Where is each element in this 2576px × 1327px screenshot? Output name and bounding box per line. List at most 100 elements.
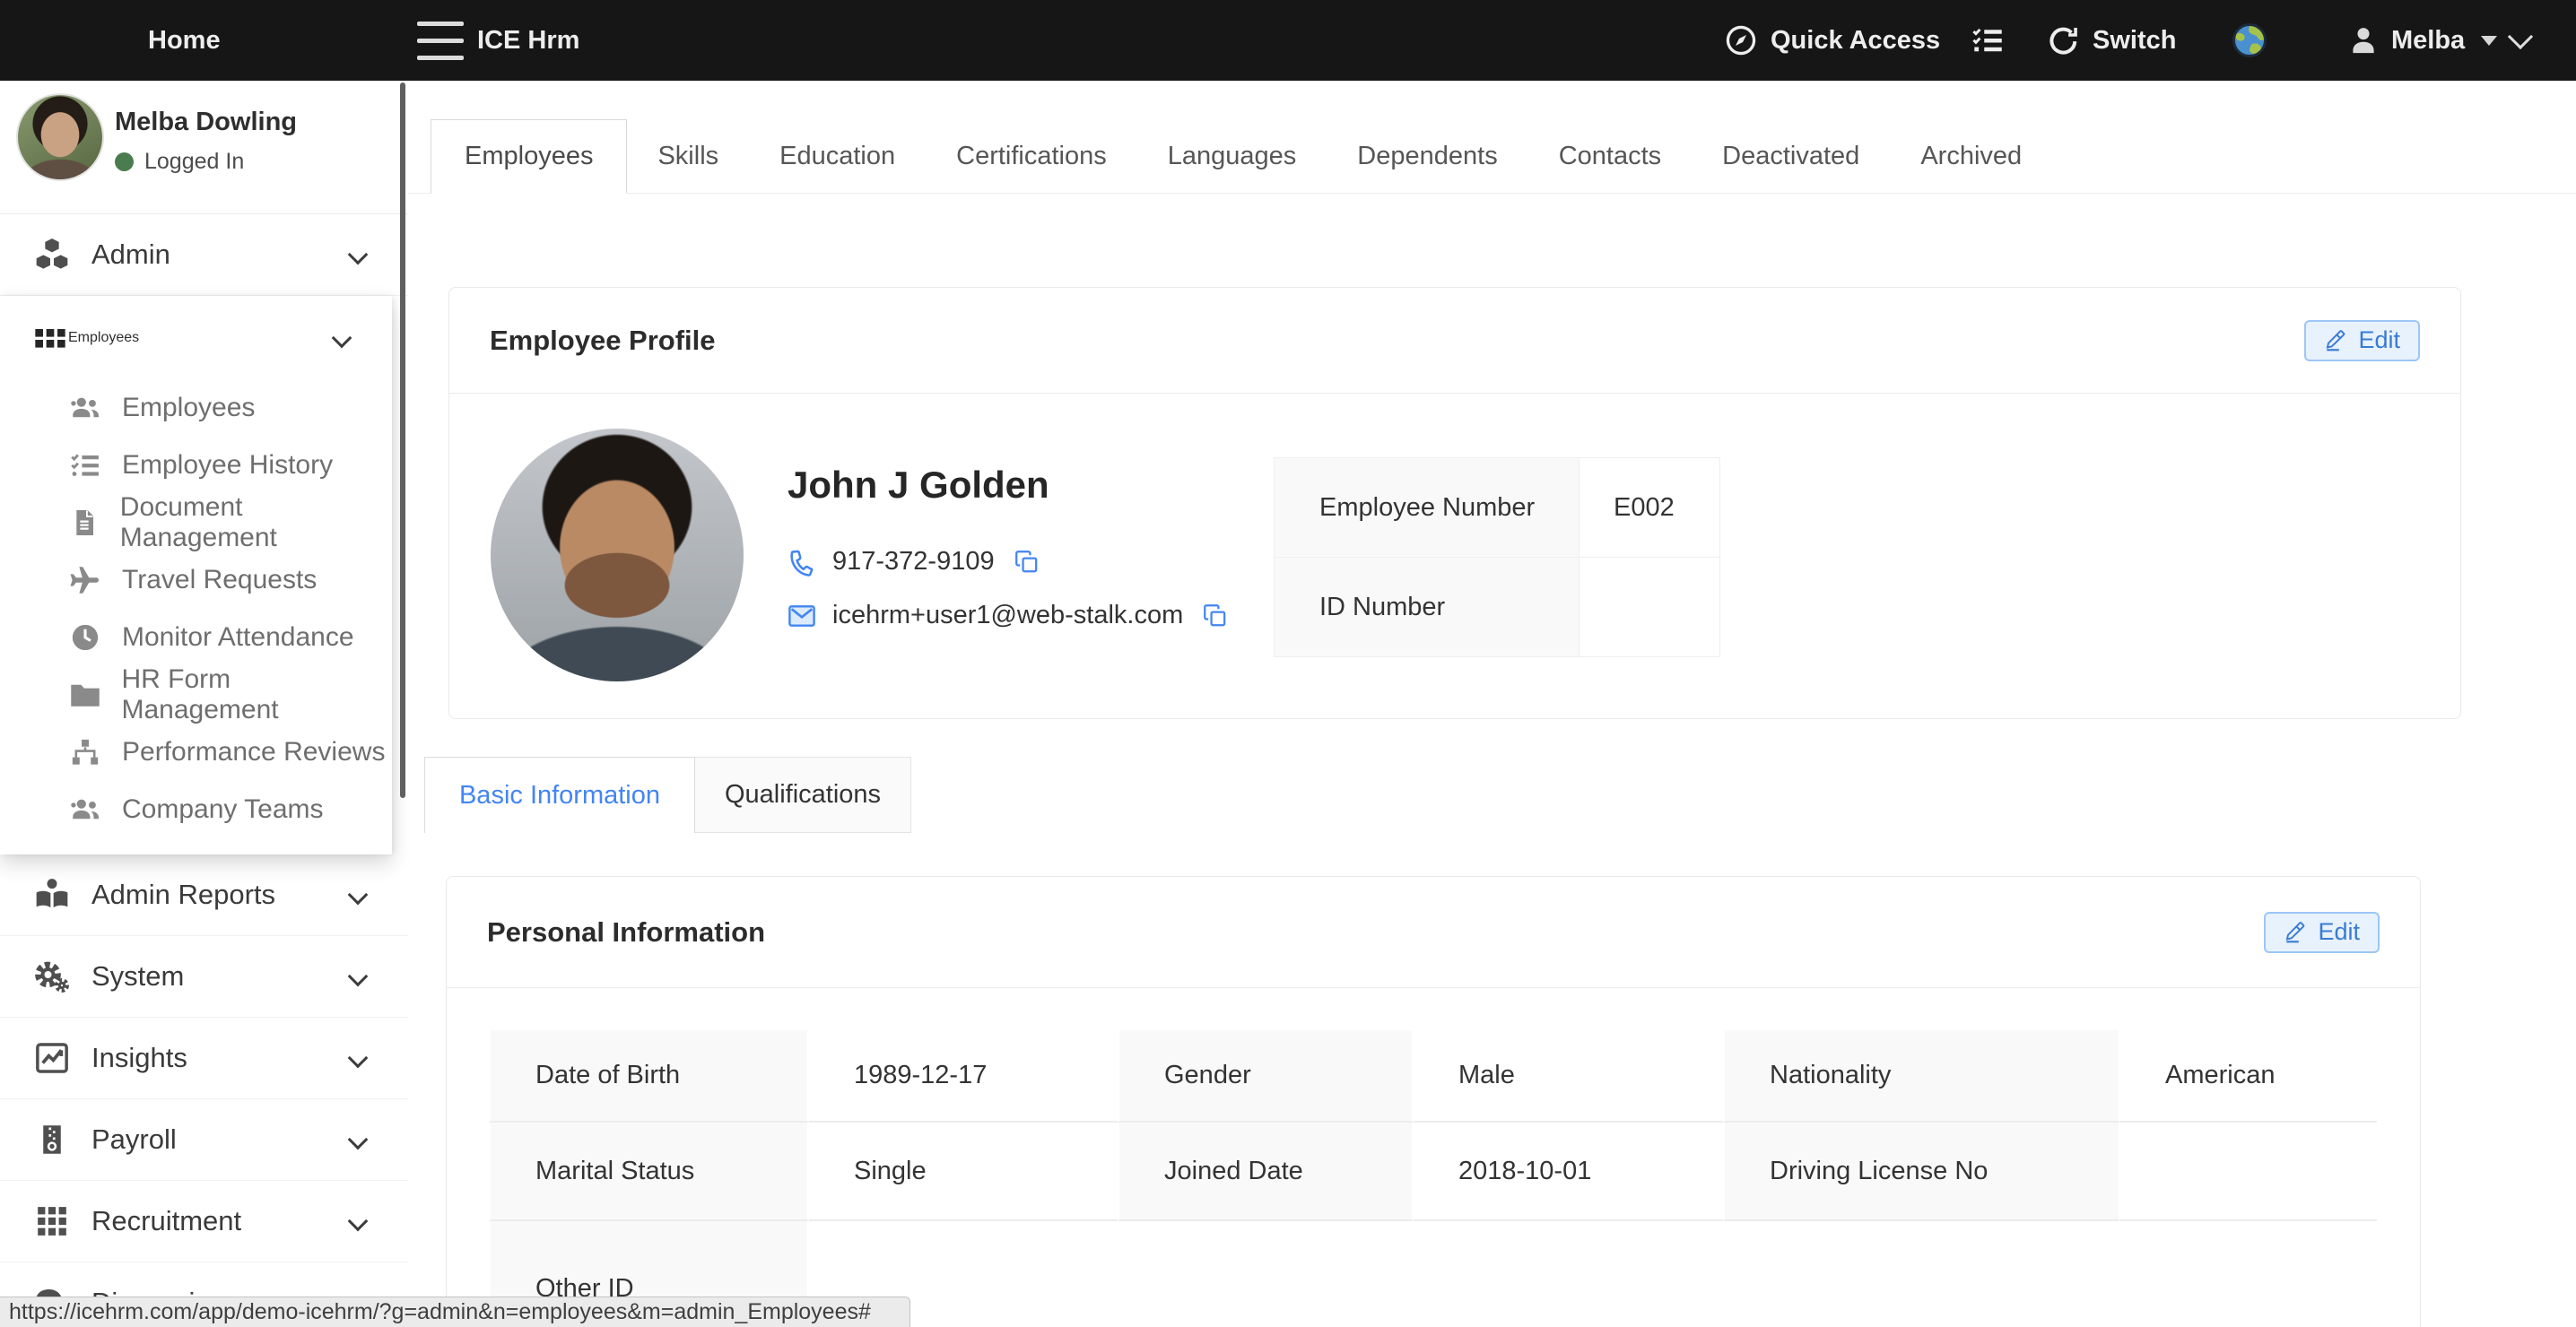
sidebar-item-performance-reviews[interactable]: Performance Reviews (0, 724, 392, 781)
cubes-icon (32, 237, 72, 273)
tab-deactivated[interactable]: Deactivated (1692, 119, 1890, 193)
user-menu[interactable]: Melba (2348, 0, 2497, 81)
sidebar-item-document-management[interactable]: Document Management (0, 494, 392, 551)
folder-icon (66, 679, 104, 711)
pencil-icon (2284, 921, 2307, 944)
field-value: 1989-12-17 (809, 1030, 1118, 1123)
phone-icon (788, 548, 816, 577)
navbar-collapse-button[interactable] (2511, 0, 2529, 81)
employee-profile-card-header: Employee Profile Edit (449, 288, 2460, 394)
sidebar-item-travel-requests[interactable]: Travel Requests (0, 551, 392, 609)
phone-row: 917-372-9109 (788, 547, 1039, 577)
card-title: Personal Information (487, 916, 2264, 949)
chevron-left-icon (348, 1130, 369, 1150)
field-value (809, 1221, 2377, 1327)
sidebar-item-admin[interactable]: Admin (0, 214, 408, 296)
sidebar-item-label: Document Management (120, 492, 392, 553)
tab-skills[interactable]: Skills (627, 119, 749, 193)
field-label: Driving License No (1723, 1123, 2120, 1221)
login-status-label: Logged In (144, 149, 244, 175)
edit-personal-information-button[interactable]: Edit (2264, 912, 2380, 953)
sidebar-item-employee-history[interactable]: Employee History (0, 437, 392, 494)
sidebar-item-employees-group[interactable]: Employees (0, 296, 392, 379)
compass-icon (1724, 23, 1758, 57)
mail-icon (788, 602, 816, 630)
sidebar-item-hr-form-management[interactable]: HR Form Management (0, 666, 392, 724)
language-globe-button[interactable] (2231, 0, 2268, 81)
sidebar-toggle-button[interactable] (417, 0, 464, 81)
home-label: Home (148, 26, 221, 56)
quick-access-button[interactable]: Quick Access (1724, 0, 1940, 81)
sidebar-item-company-teams[interactable]: Company Teams (0, 781, 392, 838)
field-value: Single (809, 1123, 1118, 1221)
sidebar-item-monitor-attendance[interactable]: Monitor Attendance (0, 609, 392, 666)
sidebar-profile: Melba Dowling Logged In (0, 81, 408, 214)
copy-email-button[interactable] (1203, 603, 1227, 628)
tab-certifications[interactable]: Certifications (926, 119, 1137, 193)
sidebar-item-label: Employees (122, 393, 255, 423)
tab-basic-information[interactable]: Basic Information (424, 757, 695, 833)
employee-phone[interactable]: 917-372-9109 (832, 547, 995, 577)
sidebar-item-label: Company Teams (122, 794, 324, 825)
sidebar-item-employees[interactable]: Employees (0, 379, 392, 437)
globe-icon (2231, 22, 2268, 59)
sidebar-item-label: Admin Reports (91, 879, 275, 911)
sidebar-scrollbar[interactable] (400, 82, 405, 798)
sidebar-item-label: Performance Reviews (122, 737, 385, 768)
user-name-label: Melba (2391, 26, 2465, 56)
sidebar-item-label: Payroll (91, 1123, 177, 1156)
home-link[interactable]: Home (148, 0, 221, 81)
module-tabbar: Employees Skills Education Certification… (408, 119, 2576, 194)
tab-employees[interactable]: Employees (431, 119, 627, 194)
browser-link-preview: https://icehrm.com/app/demo-icehrm/?g=ad… (0, 1297, 910, 1327)
document-icon (66, 508, 102, 537)
quick-access-label: Quick Access (1771, 26, 1940, 56)
tasks-button[interactable] (1971, 0, 2004, 81)
icehrm-app-window: Home ICE Hrm Quick Access (0, 0, 2576, 1327)
user-avatar[interactable] (16, 93, 104, 181)
edit-profile-button[interactable]: Edit (2304, 320, 2420, 361)
brand-label: ICE Hrm (477, 26, 579, 56)
gears-icon (32, 958, 72, 994)
login-status: Logged In (115, 149, 244, 175)
tab-qualifications[interactable]: Qualifications (695, 757, 911, 833)
tab-languages[interactable]: Languages (1137, 119, 1327, 193)
edit-label: Edit (2358, 326, 2400, 354)
pencil-icon (2324, 329, 2347, 352)
sidebar-item-label: Insights (91, 1042, 187, 1074)
tab-dependents[interactable]: Dependents (1327, 119, 1527, 193)
tab-archived[interactable]: Archived (1890, 119, 2052, 193)
sidebar-item-admin-reports[interactable]: Admin Reports (0, 854, 408, 936)
switch-button[interactable]: Switch (2047, 0, 2176, 81)
employee-name: John J Golden (788, 464, 1049, 507)
table-row: Employee Number E002 (1275, 458, 1720, 558)
sidebar-item-label: Employees (68, 330, 139, 346)
field-label: Gender (1118, 1030, 1414, 1123)
chevron-down-icon (332, 327, 352, 348)
employee-email[interactable]: icehrm+user1@web-stalk.com (832, 601, 1183, 630)
field-value: American (2120, 1030, 2377, 1123)
sidebar-group-employees-expanded: Employees Employees (0, 296, 392, 854)
field-label: Marital Status (489, 1123, 809, 1221)
personal-information-table: Date of Birth 1989-12-17 Gender Male Nat… (489, 1030, 2377, 1327)
hamburger-icon (417, 22, 464, 26)
chevron-down-icon (2508, 24, 2533, 49)
sidebar: Melba Dowling Logged In Admin (0, 81, 408, 1327)
tab-education[interactable]: Education (749, 119, 926, 193)
employee-id-table: Employee Number E002 ID Number (1274, 457, 1720, 657)
sidebar-item-system[interactable]: System (0, 936, 408, 1018)
sidebar-user-name: Melba Dowling (115, 108, 297, 137)
sidebar-item-label: System (91, 960, 184, 993)
sidebar-item-recruitment[interactable]: Recruitment (0, 1181, 408, 1262)
tab-contacts[interactable]: Contacts (1528, 119, 1692, 193)
sidebar-item-insights[interactable]: Insights (0, 1018, 408, 1099)
sidebar-item-label: Recruitment (91, 1205, 241, 1237)
chevron-left-icon (348, 245, 369, 265)
online-status-dot (115, 152, 134, 171)
sidebar-item-payroll[interactable]: Payroll (0, 1099, 408, 1181)
field-label: ID Number (1275, 558, 1580, 657)
copy-phone-button[interactable] (1014, 550, 1039, 574)
sidebar-item-label: Monitor Attendance (122, 622, 354, 653)
employee-photo[interactable] (491, 429, 744, 681)
grid-icon (32, 1204, 72, 1238)
